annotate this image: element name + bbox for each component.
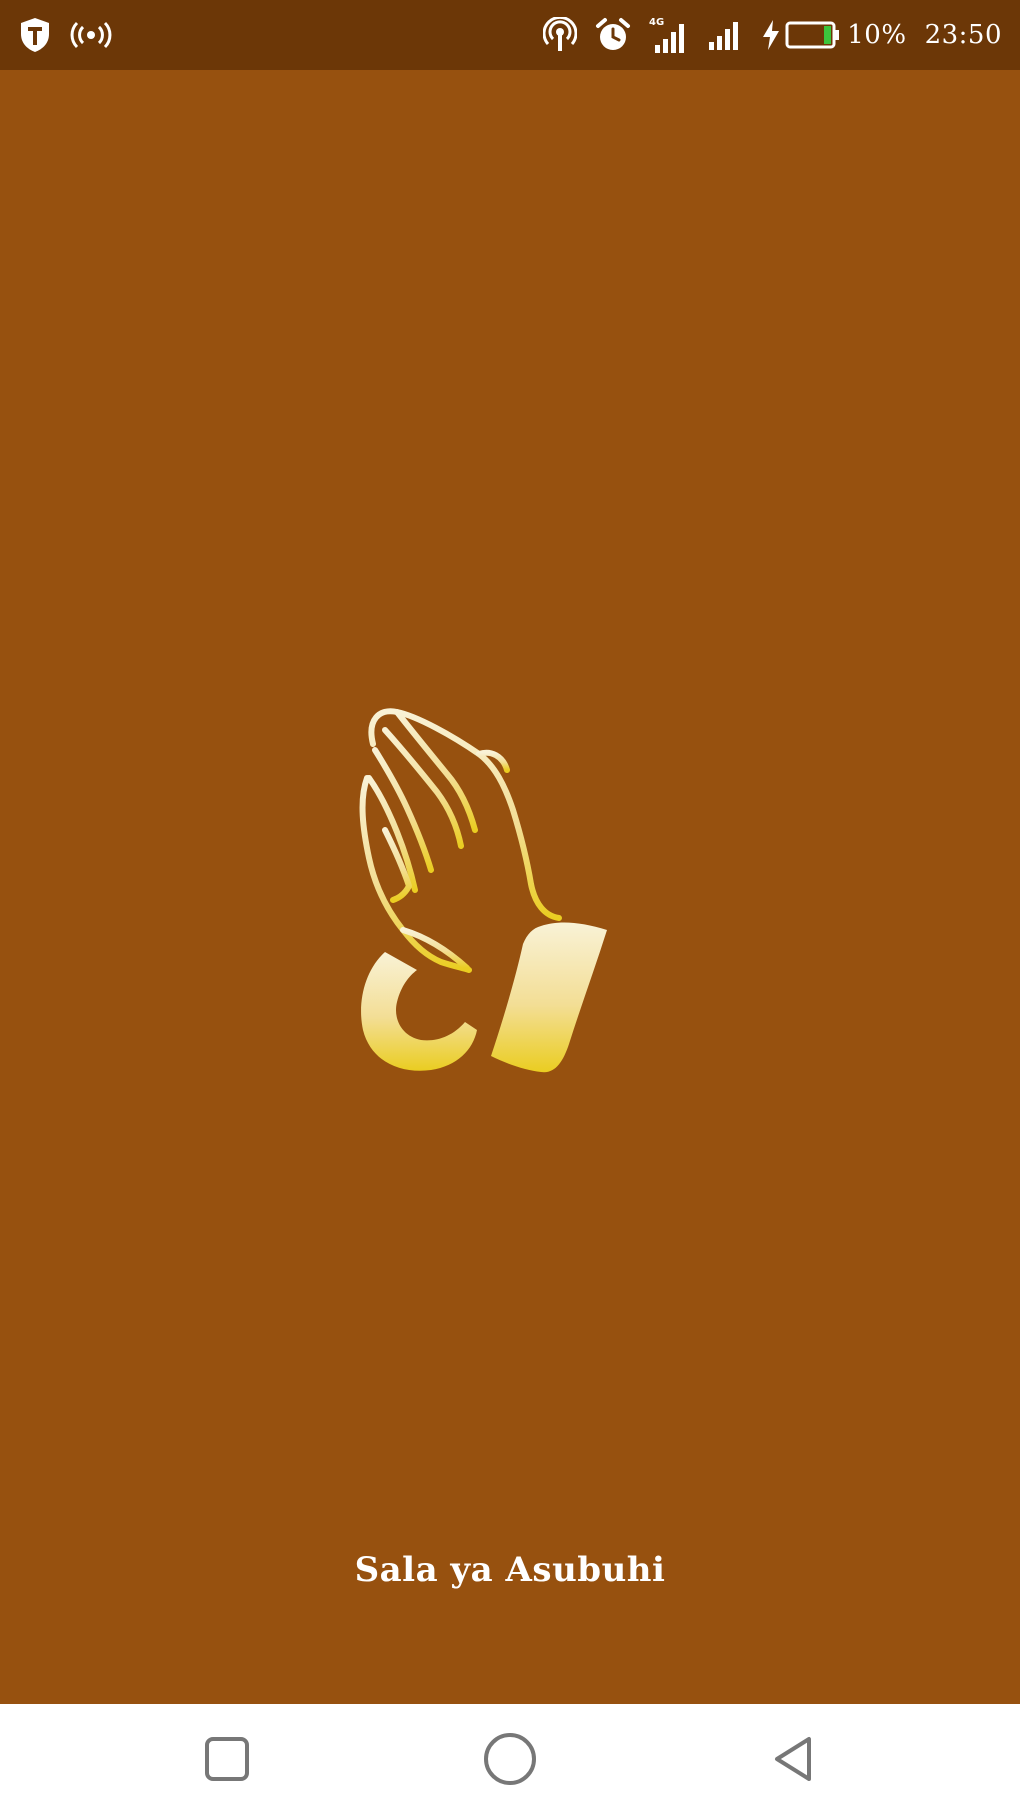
- recents-button[interactable]: [167, 1704, 287, 1813]
- back-button[interactable]: [733, 1704, 853, 1813]
- broadcast-icon: [70, 20, 112, 50]
- signal-4g-icon: 4G: [649, 15, 689, 55]
- splash-content: Sala ya Asubuhi: [0, 70, 1020, 1704]
- battery-icon: [785, 20, 841, 50]
- battery-percent: 10%: [847, 20, 907, 50]
- hotspot-icon: [542, 15, 578, 53]
- network-type-label: 4G: [649, 17, 664, 28]
- status-bar-right: 4G 10% 23:50: [542, 0, 1002, 70]
- shield-t-icon: [18, 16, 52, 54]
- triangle-back-icon: [775, 1736, 811, 1781]
- home-button[interactable]: [450, 1704, 570, 1813]
- alarm-clock-icon: [595, 17, 631, 53]
- status-bar: 4G 10% 23:50: [0, 0, 1020, 70]
- charging-icon: [761, 19, 781, 51]
- square-icon: [205, 1736, 249, 1781]
- praying-hands-icon: [345, 690, 675, 1160]
- app-title: Sala ya Asubuhi: [354, 1550, 666, 1590]
- status-bar-left: [18, 0, 130, 70]
- circle-icon: [484, 1732, 536, 1785]
- signal-icon: [707, 18, 743, 52]
- clock-time: 23:50: [924, 20, 1002, 50]
- navigation-bar: [0, 1704, 1020, 1813]
- splash-screen: 4G 10% 23:50 Sala ya Asubuhi: [0, 0, 1020, 1813]
